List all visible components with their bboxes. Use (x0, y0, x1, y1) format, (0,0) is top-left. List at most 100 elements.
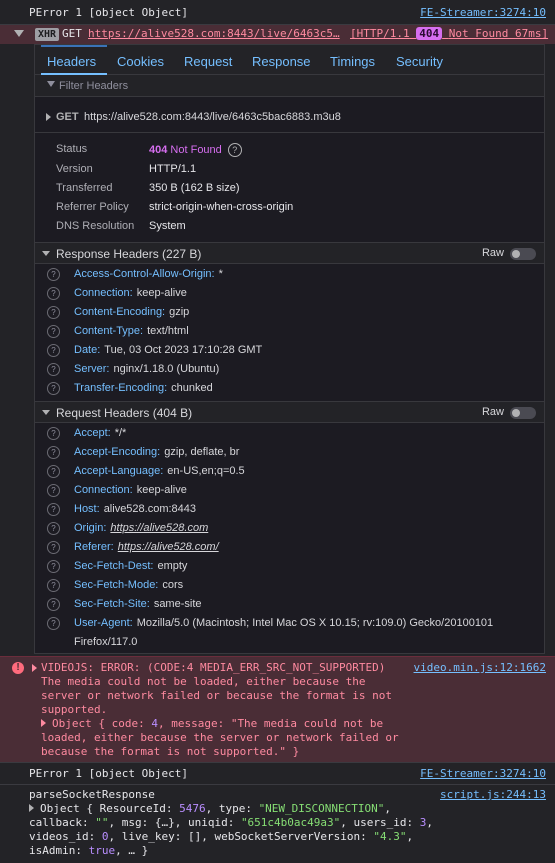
header-entry: Connection: keep-alive (74, 484, 187, 496)
object-text: Object { ResourceId: (40, 802, 180, 815)
header-row[interactable]: Firefox/117.0 (35, 633, 544, 652)
console-log-row: PError 1 [object Object] FE-Streamer:327… (0, 0, 555, 25)
raw-toggle[interactable] (510, 248, 536, 260)
help-icon[interactable]: ? (47, 287, 60, 300)
help-icon[interactable]: ? (47, 541, 60, 554)
help-icon[interactable]: ? (227, 143, 242, 157)
tab-security[interactable]: Security (396, 54, 443, 69)
expand-arrow-icon[interactable] (46, 113, 51, 121)
header-value: gzip (169, 306, 190, 318)
header-name: Sec-Fetch-Dest: (74, 560, 154, 572)
help-icon[interactable]: ? (47, 446, 60, 459)
error-source-link[interactable]: video.min.js:12:1662 (414, 661, 546, 674)
help-icon[interactable]: ? (47, 325, 60, 338)
header-entry: Host: alive528.com:8443 (74, 503, 196, 515)
filter-headers-input[interactable] (59, 78, 359, 94)
raw-label: Raw (481, 247, 504, 259)
help-icon[interactable]: ? (47, 598, 60, 611)
header-row[interactable]: ? Host: alive528.com:8443 (35, 500, 544, 519)
header-row[interactable]: ? Origin: https://alive528.com (35, 519, 544, 538)
header-row[interactable]: ? Accept-Encoding: gzip, deflate, br (35, 443, 544, 462)
help-icon[interactable]: ? (47, 484, 60, 497)
header-name: Accept-Encoding: (74, 446, 161, 458)
help-icon[interactable]: ? (47, 427, 60, 440)
header-value: text/html (147, 325, 189, 337)
header-row[interactable]: ? User-Agent: Mozilla/5.0 (Macintosh; Inte… (35, 614, 544, 633)
help-icon[interactable]: ? (47, 363, 60, 376)
help-icon[interactable]: ? (47, 382, 60, 395)
log-object-line: videos_id: 0, live_key: [], webSocketSer… (29, 830, 413, 843)
object-text: , (426, 816, 434, 829)
error-icon: ! (12, 662, 24, 674)
help-icon[interactable]: ? (47, 579, 60, 592)
header-row[interactable]: ? Accept: */* (35, 424, 544, 443)
header-row[interactable]: ? Content-Type: text/html (35, 322, 544, 341)
summary-url: https://alive528.com:8443/live/6463c5bac… (84, 111, 341, 123)
expand-arrow-icon[interactable] (41, 719, 46, 727)
header-row[interactable]: ? Sec-Fetch-Dest: empty (35, 557, 544, 576)
tab-cookies[interactable]: Cookies (117, 54, 164, 69)
log-source-link[interactable]: FE-Streamer:3274:10 (420, 767, 546, 780)
xhr-request-row[interactable]: XHR GET https://alive528.com:8443/live/6… (0, 25, 555, 44)
help-icon[interactable]: ? (47, 306, 60, 319)
response-headers-title: Response Headers (227 B) (56, 247, 202, 261)
console-error-row: ! VIDEOJS: ERROR: (CODE:4 MEDIA_ERR_SRC_… (0, 656, 555, 762)
header-value: alive528.com:8443 (103, 503, 197, 515)
tab-timings[interactable]: Timings (330, 54, 375, 69)
header-row[interactable]: ? Sec-Fetch-Mode: cors (35, 576, 544, 595)
header-row[interactable]: ? Content-Encoding: gzip (35, 303, 544, 322)
help-icon[interactable]: ? (47, 503, 60, 516)
collapse-arrow-icon[interactable] (14, 30, 24, 37)
help-icon[interactable]: ? (47, 617, 60, 630)
tab-response[interactable]: Response (252, 54, 311, 69)
expand-arrow-icon[interactable] (32, 664, 37, 672)
help-icon[interactable]: ? (47, 465, 60, 478)
log-source-link[interactable]: script.js:244:13 (440, 788, 546, 801)
help-icon[interactable]: ? (47, 268, 60, 281)
help-icon[interactable]: ? (47, 560, 60, 573)
request-status[interactable]: [HTTP/1.1 404 Not Found 67ms] (350, 27, 548, 40)
header-row[interactable]: ? Connection: keep-alive (35, 481, 544, 500)
collapse-arrow-icon[interactable] (42, 251, 50, 256)
tab-request[interactable]: Request (184, 54, 232, 69)
header-row[interactable]: ? Sec-Fetch-Site: same-site (35, 595, 544, 614)
log-source-link[interactable]: FE-Streamer:3274:10 (420, 6, 546, 19)
header-row[interactable]: ? Connection: keep-alive (35, 284, 544, 303)
header-entry: Accept-Language: en-US,en;q=0.5 (74, 465, 245, 477)
raw-label: Raw (481, 406, 504, 418)
object-text: , … } (115, 844, 149, 857)
header-row[interactable]: ? Referer: https://alive528.com/ (35, 538, 544, 557)
header-row[interactable]: ? Server: nginx/1.18.0 (Ubuntu) (35, 360, 544, 379)
header-value: gzip, deflate, br (164, 446, 240, 458)
error-object-text: , message: "The media could not be (157, 717, 384, 730)
header-row[interactable]: ? Accept-Language: en-US,en;q=0.5 (35, 462, 544, 481)
object-boolean: true (88, 844, 116, 857)
response-headers-section-header[interactable]: Response Headers (227 B) Raw (35, 242, 544, 264)
raw-toggle[interactable] (510, 407, 536, 419)
error-object-line[interactable]: Object { code: 4, message: "The media co… (41, 717, 383, 730)
log-object-line[interactable]: Object { ResourceId: 5476, type: "NEW_DI… (29, 802, 391, 815)
request-url-link[interactable]: https://alive528.com:8443/live/6463c5… (88, 27, 343, 40)
object-text: , msg: {…}, uniqid: (108, 816, 241, 829)
filter-icon (47, 81, 55, 87)
request-headers-section-header[interactable]: Request Headers (404 B) Raw (35, 401, 544, 423)
header-row[interactable]: ? Transfer-Encoding: chunked (35, 379, 544, 398)
header-value: nginx/1.18.0 (Ubuntu) (113, 363, 220, 375)
log-message: PError 1 [object Object] (29, 767, 188, 780)
help-icon[interactable]: ? (47, 344, 60, 357)
header-entry: Referer: https://alive528.com/ (74, 541, 219, 553)
header-row[interactable]: ? Date: Tue, 03 Oct 2023 17:10:28 GMT (35, 341, 544, 360)
header-entry: User-Agent: Mozilla/5.0 (Macintosh; Intel… (74, 617, 493, 629)
expand-arrow-icon[interactable] (29, 804, 34, 812)
object-text: videos_id: (29, 830, 102, 843)
header-name: Date: (74, 344, 101, 356)
header-row[interactable]: ? Access-Control-Allow-Origin: * (35, 265, 544, 284)
log-object-line: isAdmin: true, … } (29, 844, 148, 857)
object-string: "" (95, 816, 109, 829)
header-name: Server: (74, 363, 110, 375)
request-summary-row[interactable]: GET https://alive528.com:8443/live/6463c… (35, 97, 544, 133)
collapse-arrow-icon[interactable] (42, 410, 50, 415)
help-icon[interactable]: ? (47, 522, 60, 535)
tab-headers[interactable]: Headers (47, 54, 96, 69)
dns-resolution-key: DNS Resolution (56, 220, 135, 232)
